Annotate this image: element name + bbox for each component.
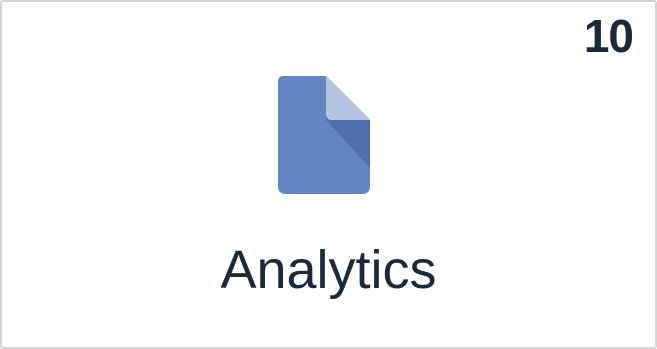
document-icon (278, 76, 370, 194)
tile-label: Analytics (220, 240, 437, 300)
analytics-tile[interactable]: 10 Analytics (0, 0, 657, 349)
item-count-badge: 10 (583, 10, 634, 62)
